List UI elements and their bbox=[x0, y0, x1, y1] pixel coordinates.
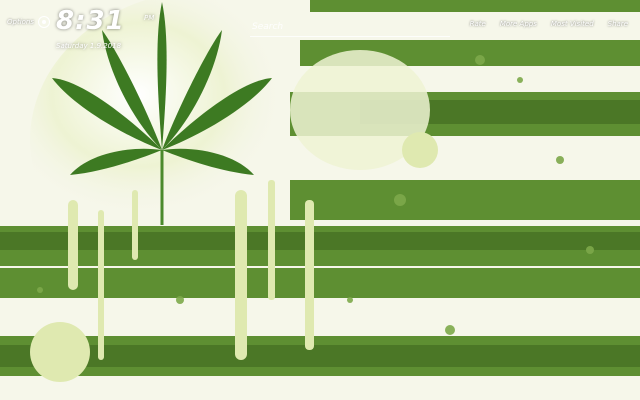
options-label[interactable]: Options bbox=[7, 18, 34, 26]
clock-date: Saturday 1.9.2018 bbox=[56, 42, 122, 50]
top-nav: Rate More Apps Most Visited Share bbox=[470, 20, 628, 28]
search-input[interactable] bbox=[250, 16, 444, 38]
nav-rate-link[interactable]: Rate bbox=[470, 20, 486, 28]
nav-most-visited-link[interactable]: Most Visited bbox=[551, 20, 594, 28]
nav-more-apps-link[interactable]: More Apps bbox=[500, 20, 537, 28]
gear-icon[interactable] bbox=[38, 16, 51, 28]
clock-time: 8:31 bbox=[56, 6, 125, 36]
nav-share-link[interactable]: Share bbox=[608, 20, 628, 28]
clock-widget: 8:31 PM Saturday 1.9.2018 bbox=[56, 6, 154, 50]
options-button[interactable]: Options bbox=[7, 16, 51, 28]
search-box[interactable] bbox=[250, 14, 450, 38]
clock-ampm: PM bbox=[144, 14, 155, 22]
wallpaper-background bbox=[0, 0, 640, 400]
top-bar: Options 8:31 PM Saturday 1.9.2018 Rate M… bbox=[0, 0, 640, 60]
